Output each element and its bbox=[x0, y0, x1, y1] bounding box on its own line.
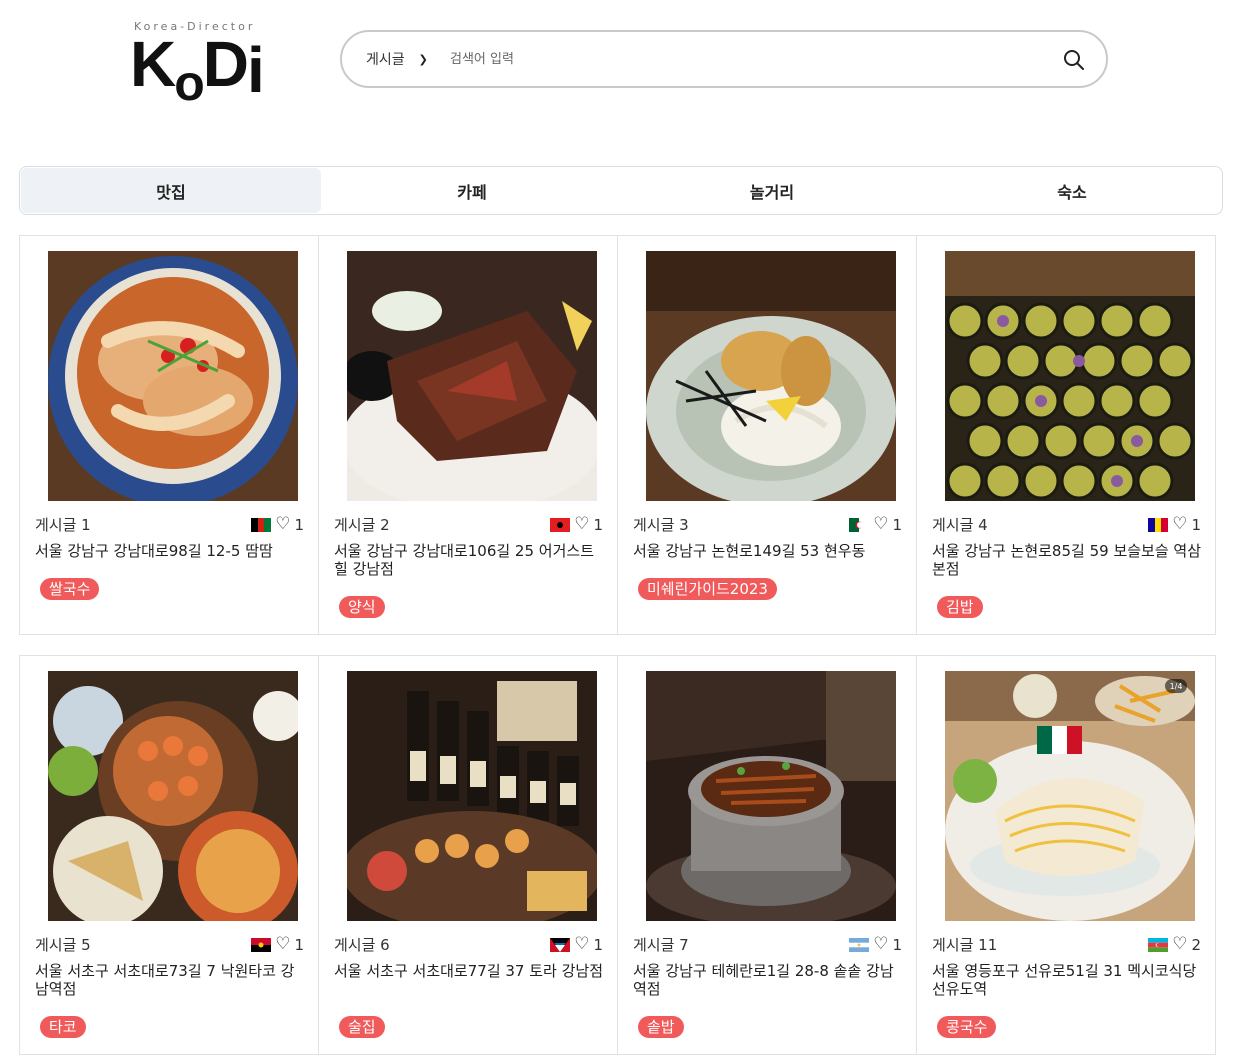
tab-lodging[interactable]: 숙소 bbox=[922, 167, 1222, 214]
post-card[interactable]: 게시글 4 ♡ 1 서울 강남구 논현로85길 59 보슬보슬 역삼본점 김밥 bbox=[916, 235, 1216, 635]
logo-letter-k: K bbox=[130, 28, 176, 100]
logo[interactable]: Korea-Director KoDi bbox=[130, 18, 280, 110]
post-card[interactable]: 1/4 게시글 11 ♡ 2 서울 영등포구 선유로51길 31 멕시코식당 선… bbox=[916, 655, 1216, 1055]
like-count: 1 bbox=[294, 935, 304, 954]
heart-icon[interactable]: ♡ bbox=[275, 516, 290, 533]
post-tag[interactable]: 솥밥 bbox=[638, 1016, 684, 1038]
post-title: 게시글 11 bbox=[932, 936, 998, 954]
logo-wordmark: KoDi bbox=[130, 32, 265, 108]
post-meta: 게시글 3 ♡ 1 bbox=[633, 514, 902, 535]
post-card[interactable]: 게시글 5 ♡ 1 서울 서초구 서초대로73길 7 낙원타코 강남역점 타코 bbox=[19, 655, 319, 1055]
like-count: 1 bbox=[294, 515, 304, 534]
search-type-value: 게시글 bbox=[366, 52, 405, 68]
post-meta: 게시글 6 ♡ 1 bbox=[334, 934, 603, 955]
search-bar: 게시글 ❯ bbox=[340, 30, 1108, 88]
azerbaijan-flag-icon bbox=[1148, 937, 1169, 952]
post-tag[interactable]: 양식 bbox=[339, 596, 385, 618]
post-address: 서울 강남구 강남대로106길 25 어거스트힐 강남점 bbox=[334, 542, 594, 578]
afghanistan-flag-icon bbox=[251, 517, 272, 532]
tab-cafe[interactable]: 카페 bbox=[322, 167, 622, 214]
heart-icon[interactable]: ♡ bbox=[1172, 936, 1187, 953]
post-image[interactable] bbox=[945, 251, 1195, 501]
post-meta: 게시글 5 ♡ 1 bbox=[35, 934, 304, 955]
post-image[interactable]: 1/4 bbox=[945, 671, 1195, 921]
post-card[interactable]: 게시글 7 ♡ 1 서울 강남구 테헤란로1길 28-8 솥솥 강남역점 솥밥 bbox=[617, 655, 917, 1055]
post-meta: 게시글 7 ♡ 1 bbox=[633, 934, 902, 955]
post-address: 서울 강남구 테헤란로1길 28-8 솥솥 강남역점 bbox=[633, 962, 894, 998]
post-address: 서울 강남구 강남대로98길 12-5 땀땀 bbox=[35, 542, 273, 560]
post-tag[interactable]: 술집 bbox=[339, 1016, 385, 1038]
post-image[interactable] bbox=[347, 251, 597, 501]
algeria-flag-icon bbox=[849, 517, 870, 532]
category-tabs: 맛집 카페 놀거리 숙소 bbox=[19, 166, 1223, 215]
post-tag[interactable]: 쌀국수 bbox=[40, 578, 100, 600]
post-card[interactable]: 게시글 3 ♡ 1 서울 강남구 논현로149길 53 현우동 미쉐린가이드20… bbox=[617, 235, 917, 635]
tab-restaurants[interactable]: 맛집 bbox=[21, 168, 321, 213]
chevron-down-icon: ❯ bbox=[418, 52, 428, 66]
search-icon[interactable] bbox=[1062, 48, 1086, 72]
post-title: 게시글 6 bbox=[334, 936, 390, 954]
tab-activities[interactable]: 놀거리 bbox=[622, 167, 922, 214]
post-title: 게시글 3 bbox=[633, 516, 689, 534]
like-count: 2 bbox=[1191, 935, 1201, 954]
search-type-select[interactable]: 게시글 ❯ bbox=[366, 49, 450, 69]
post-image[interactable] bbox=[646, 671, 896, 921]
post-address: 서울 강남구 논현로85길 59 보슬보슬 역삼본점 bbox=[932, 542, 1202, 578]
post-tag[interactable]: 타코 bbox=[40, 1016, 86, 1038]
post-title: 게시글 7 bbox=[633, 936, 689, 954]
logo-letter-d: D bbox=[202, 28, 249, 100]
antigua-flag-icon bbox=[550, 937, 571, 952]
post-address: 서울 서초구 서초대로77길 37 토라 강남점 bbox=[334, 962, 604, 980]
andorra-flag-icon bbox=[1148, 517, 1169, 532]
post-card[interactable]: 게시글 6 ♡ 1 서울 서초구 서초대로77길 37 토라 강남점 술집 bbox=[318, 655, 618, 1055]
post-address: 서울 영등포구 선유로51길 31 멕시코식당 선유도역 bbox=[932, 962, 1197, 998]
post-meta: 게시글 2 ♡ 1 bbox=[334, 514, 603, 535]
logo-letter-o: o bbox=[174, 55, 205, 111]
post-image[interactable] bbox=[347, 671, 597, 921]
search-input[interactable] bbox=[450, 51, 1040, 67]
post-tag[interactable]: 미쉐린가이드2023 bbox=[638, 578, 777, 600]
logo-letter-i: i bbox=[246, 34, 265, 106]
post-card[interactable]: 게시글 1 ♡ 1 서울 강남구 강남대로98길 12-5 땀땀 쌀국수 bbox=[19, 235, 319, 635]
heart-icon[interactable]: ♡ bbox=[873, 936, 888, 953]
like-count: 1 bbox=[593, 935, 603, 954]
post-card[interactable]: 게시글 2 ♡ 1 서울 강남구 강남대로106길 25 어거스트힐 강남점 양… bbox=[318, 235, 618, 635]
post-row: 게시글 1 ♡ 1 서울 강남구 강남대로98길 12-5 땀땀 쌀국수 게시글… bbox=[19, 235, 1219, 635]
post-grid: 게시글 1 ♡ 1 서울 강남구 강남대로98길 12-5 땀땀 쌀국수 게시글… bbox=[19, 235, 1219, 1063]
heart-icon[interactable]: ♡ bbox=[574, 516, 589, 533]
image-count-badge: 1/4 bbox=[1165, 679, 1187, 693]
post-address: 서울 서초구 서초대로73길 7 낙원타코 강남역점 bbox=[35, 962, 295, 998]
albania-flag-icon bbox=[550, 517, 571, 532]
post-address: 서울 강남구 논현로149길 53 현우동 bbox=[633, 542, 866, 560]
post-row: 게시글 5 ♡ 1 서울 서초구 서초대로73길 7 낙원타코 강남역점 타코 … bbox=[19, 655, 1219, 1055]
post-title: 게시글 4 bbox=[932, 516, 988, 534]
heart-icon[interactable]: ♡ bbox=[1172, 516, 1187, 533]
heart-icon[interactable]: ♡ bbox=[574, 936, 589, 953]
like-count: 1 bbox=[892, 515, 902, 534]
post-meta: 게시글 1 ♡ 1 bbox=[35, 514, 304, 535]
post-tag[interactable]: 콩국수 bbox=[937, 1016, 997, 1038]
post-title: 게시글 1 bbox=[35, 516, 91, 534]
post-meta: 게시글 4 ♡ 1 bbox=[932, 514, 1201, 535]
post-image[interactable] bbox=[646, 251, 896, 501]
heart-icon[interactable]: ♡ bbox=[275, 936, 290, 953]
post-meta: 게시글 11 ♡ 2 bbox=[932, 934, 1201, 955]
heart-icon[interactable]: ♡ bbox=[873, 516, 888, 533]
like-count: 1 bbox=[1191, 515, 1201, 534]
argentina-flag-icon bbox=[849, 937, 870, 952]
like-count: 1 bbox=[892, 935, 902, 954]
post-image[interactable] bbox=[48, 671, 298, 921]
post-title: 게시글 2 bbox=[334, 516, 390, 534]
post-title: 게시글 5 bbox=[35, 936, 91, 954]
angola-flag-icon bbox=[251, 937, 272, 952]
post-image[interactable] bbox=[48, 251, 298, 501]
like-count: 1 bbox=[593, 515, 603, 534]
post-tag[interactable]: 김밥 bbox=[937, 596, 983, 618]
